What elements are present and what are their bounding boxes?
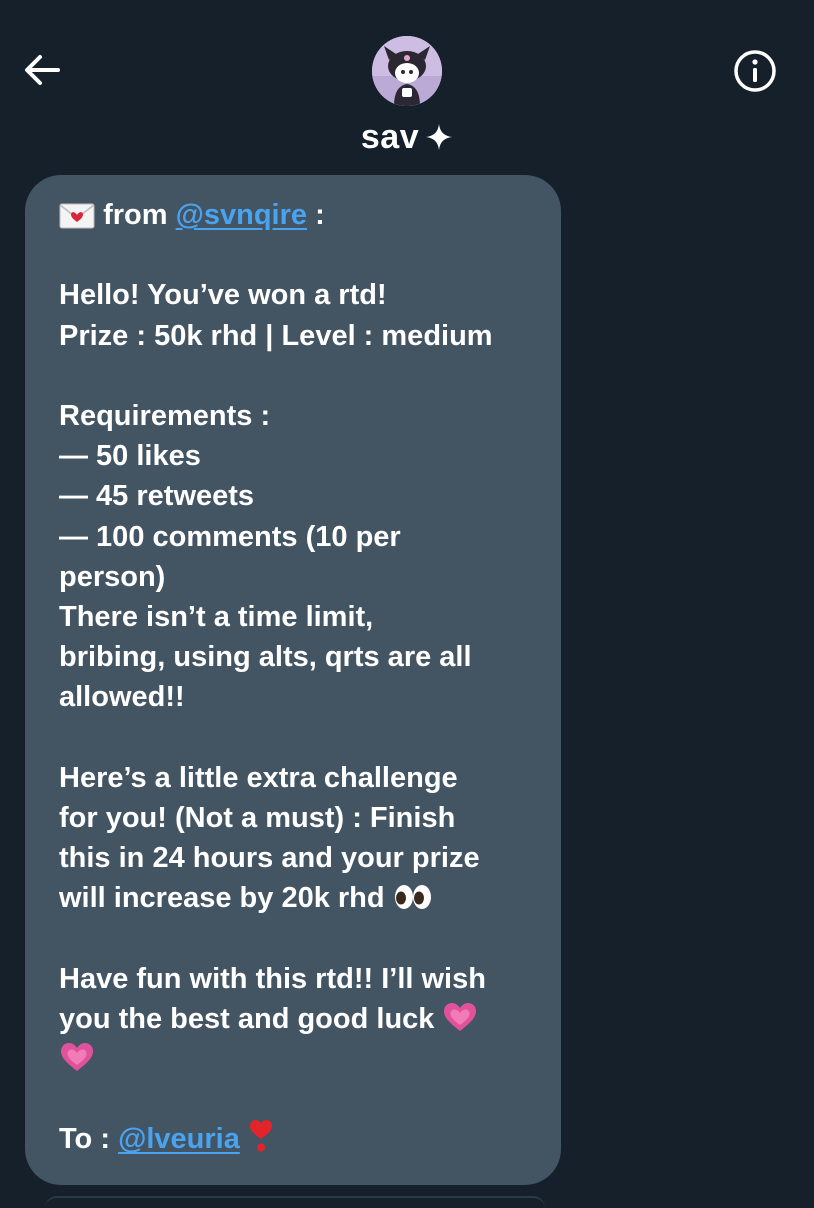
growing-heart-icon [444,1002,477,1031]
from-handle-link[interactable]: @svnqire [176,199,307,231]
from-prefix: from [103,199,168,231]
next-message-edge [45,1196,545,1208]
extra-line-1: Here’s a little extra challenge [59,761,458,794]
closing-line-2: you the best and good luck [59,999,561,1039]
extra-line-4: will increase by 20k rhd [59,878,561,918]
closing-line-2-text: you the best and good luck [59,1002,435,1035]
arrow-left-icon [25,55,60,85]
exclamation-heart-icon [249,1120,272,1152]
rules-line-3: allowed!! [59,681,185,714]
to-line: To : @lveuria [59,1119,561,1159]
avatar[interactable] [372,36,442,106]
requirement-comments: — 100 comments (10 per [59,520,401,553]
kuromi-avatar [372,36,442,106]
extra-line-3: this in 24 hours and your prize [59,842,480,874]
greeting-line: Hello! You’ve won a rtd! [59,279,387,312]
extra-line-4-text: will increase by 20k rhd [59,882,385,915]
closing-line-1: Have fun with this rtd!! I’ll wish [59,962,486,995]
back-button[interactable] [20,48,64,92]
from-suffix: : [307,199,325,231]
conversation-header: sav [0,0,814,170]
eyes-icon [394,885,431,910]
requirement-comments-cont: person) [59,560,166,593]
info-button[interactable] [732,48,778,94]
message-text: from @svnqire : Hello! You’ve won a rtd!… [59,195,561,1160]
to-prefix: To : [59,1123,110,1156]
info-icon [734,50,776,92]
to-handle-link[interactable]: @lveuria [118,1123,240,1155]
prize-line: Prize : 50k rhd | Level : medium [59,319,493,352]
requirement-retweets: — 45 retweets [59,480,255,513]
extra-line-2: for you! (Not a must) : Finish [59,801,456,834]
closing-line-3 [59,1039,561,1079]
from-line: from @svnqire : [59,195,561,235]
growing-heart-icon [61,1042,93,1071]
requirement-likes: — 50 likes [59,440,201,473]
sparkle-icon [426,124,453,150]
love-letter-icon [59,203,95,229]
rules-line-2: bribing, using alts, qrts are all [59,641,472,674]
rules-line-1: There isn’t a time limit, [59,600,374,633]
conversation-title: sav [0,118,814,157]
requirements-title: Requirements : [59,399,271,432]
message-bubble[interactable]: from @svnqire : Hello! You’ve won a rtd!… [25,175,561,1185]
display-name-text: sav [360,118,420,156]
